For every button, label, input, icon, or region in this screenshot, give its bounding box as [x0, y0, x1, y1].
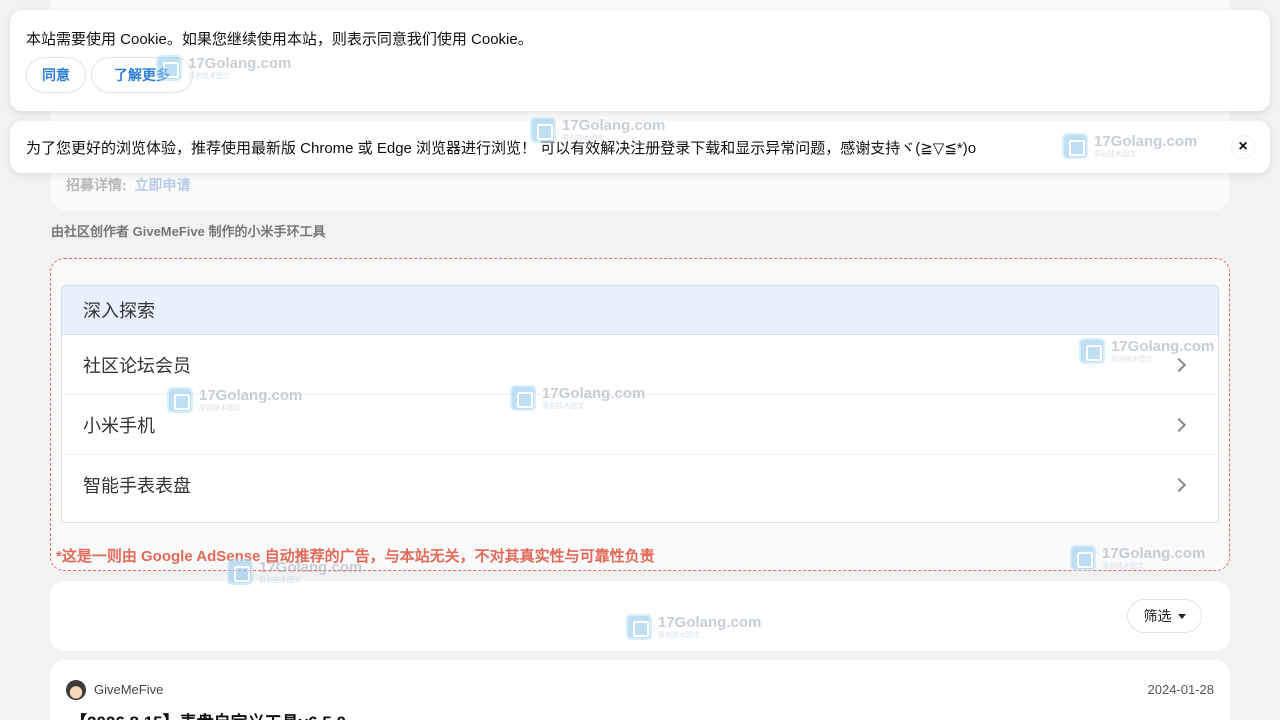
recruit-line: 招募详情: 立即申请	[66, 175, 191, 195]
caret-down-icon	[1177, 613, 1186, 619]
explore-item-label: 智能手表表盘	[83, 476, 191, 496]
post-title[interactable]: 【2026.8.15】表盘自定义工具v6.5.0	[70, 708, 346, 720]
explore-item-watch-faces[interactable]: 智能手表表盘	[62, 455, 1218, 515]
explore-item-label: 社区论坛会员	[83, 355, 191, 376]
explore-panel: 深入探索 社区论坛会员 小米手机 智能手表表盘	[61, 285, 1219, 523]
cookie-learn-more-button[interactable]: 了解更多	[91, 57, 193, 93]
browser-notice-banner: 为了您更好的浏览体验，推荐使用最新版 Chrome 或 Edge 浏览器进行浏览…	[10, 121, 1270, 173]
filter-bar: 筛选	[50, 581, 1230, 651]
cookie-agree-button[interactable]: 同意	[26, 57, 86, 93]
post-author[interactable]: GiveMeFive	[94, 682, 163, 697]
creator-note: 由社区创作者 GiveMeFive 制作的小米手环工具	[51, 224, 326, 239]
filter-label: 筛选	[1143, 608, 1172, 624]
close-icon[interactable]: ×	[1232, 136, 1254, 158]
filter-button[interactable]: 筛选	[1127, 599, 1202, 633]
browser-notice-message: 为了您更好的浏览体验，推荐使用最新版 Chrome 或 Edge 浏览器进行浏览…	[26, 140, 977, 157]
cookie-message: 本站需要使用 Cookie。如果您继续使用本站，则表示同意我们使用 Cookie…	[26, 31, 533, 48]
avatar[interactable]	[66, 680, 86, 700]
ad-disclaimer: *这是一则由 Google AdSense 自动推荐的广告，与本站无关，不对其真…	[56, 548, 655, 565]
recruit-label: 招募详情:	[66, 177, 127, 193]
cookie-banner: 本站需要使用 Cookie。如果您继续使用本站，则表示同意我们使用 Cookie…	[10, 10, 1270, 111]
explore-header: 深入探索	[62, 286, 1218, 335]
post-date: 2024-01-28	[1147, 682, 1215, 697]
explore-item-xiaomi-phone[interactable]: 小米手机	[62, 395, 1218, 455]
chevron-right-icon	[1171, 357, 1187, 372]
chevron-right-icon	[1171, 477, 1187, 493]
explore-item-label: 小米手机	[83, 415, 155, 436]
explore-item-forum-membership[interactable]: 社区论坛会员	[62, 335, 1218, 395]
apply-link[interactable]: 立即申请	[135, 177, 191, 193]
chevron-right-icon	[1171, 417, 1187, 432]
post-card[interactable]: GiveMeFive 2024-01-28 【2026.8.15】表盘自定义工具…	[50, 660, 1230, 720]
